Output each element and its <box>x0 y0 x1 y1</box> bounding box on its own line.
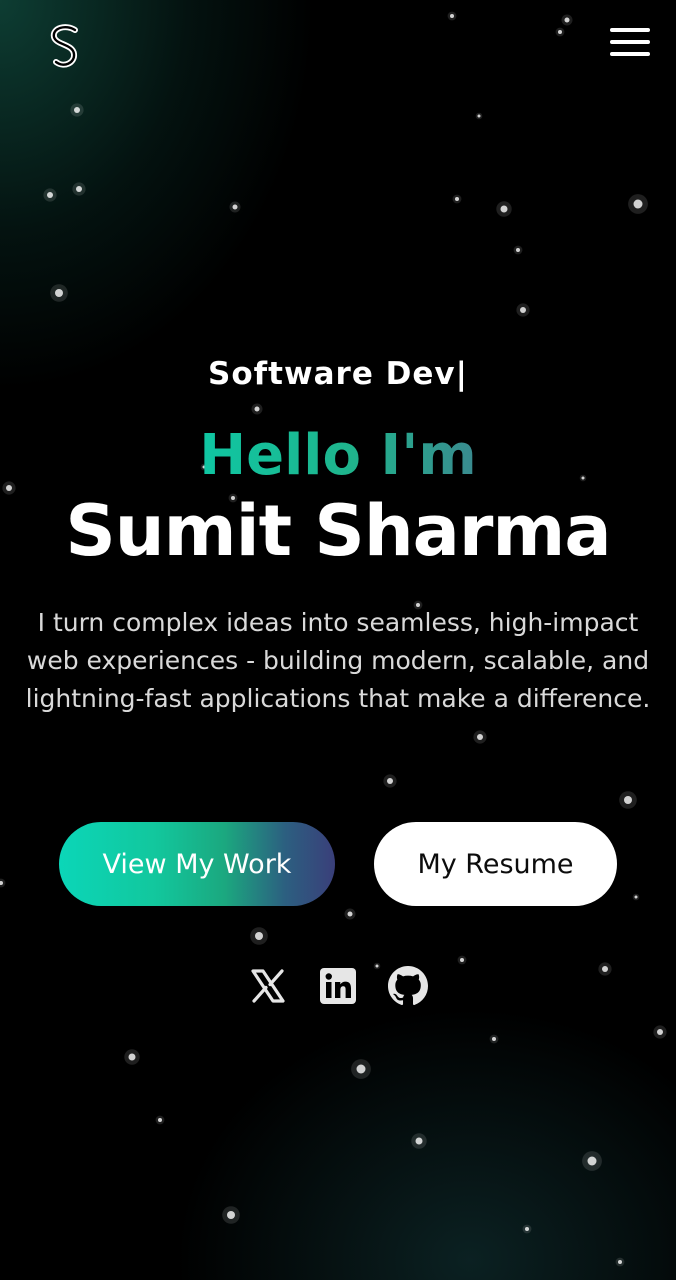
x-twitter-icon[interactable] <box>248 966 288 1006</box>
star <box>74 107 80 113</box>
role-typing-text: Software Dev| <box>208 356 468 392</box>
star <box>76 186 82 192</box>
star <box>602 966 608 972</box>
star <box>460 958 464 962</box>
menu-bar <box>610 28 650 32</box>
star <box>587 1156 597 1166</box>
star <box>500 205 508 213</box>
logo-icon[interactable] <box>42 22 88 70</box>
bio-text: I turn complex ideas into seamless, high… <box>25 608 651 713</box>
hero-page: Software Dev| Hello I'm Sumit Sharma I t… <box>0 0 676 1280</box>
star <box>128 1053 136 1061</box>
star <box>633 199 643 209</box>
star <box>558 30 562 34</box>
star <box>492 1037 496 1041</box>
star <box>477 734 483 740</box>
star <box>455 197 459 201</box>
menu-bar <box>610 40 650 44</box>
star <box>624 796 632 804</box>
star <box>356 1064 366 1074</box>
star <box>47 192 53 198</box>
name-heading: Sumit Sharma <box>65 490 611 572</box>
hamburger-menu-icon[interactable] <box>606 24 654 60</box>
greeting-heading: Hello I'm <box>0 420 676 492</box>
star <box>525 1227 529 1231</box>
star <box>415 1137 423 1145</box>
star <box>227 1211 235 1219</box>
greeting-text: Hello I'm <box>199 423 477 488</box>
star <box>520 307 526 313</box>
star <box>657 1029 663 1035</box>
star <box>254 406 260 412</box>
star <box>516 248 520 252</box>
star <box>347 911 353 917</box>
menu-bar <box>610 52 650 56</box>
my-resume-button[interactable]: My Resume <box>374 822 617 906</box>
star <box>564 17 570 23</box>
star <box>634 895 638 899</box>
github-icon[interactable] <box>388 966 428 1006</box>
view-my-work-button[interactable]: View My Work <box>59 822 335 906</box>
star <box>158 1118 162 1122</box>
star <box>387 778 393 784</box>
star <box>618 1260 622 1264</box>
linkedin-icon[interactable] <box>318 966 358 1006</box>
star <box>375 964 379 968</box>
star <box>450 14 454 18</box>
star <box>477 114 481 118</box>
star <box>232 204 238 210</box>
star <box>255 932 263 940</box>
star <box>55 289 63 297</box>
